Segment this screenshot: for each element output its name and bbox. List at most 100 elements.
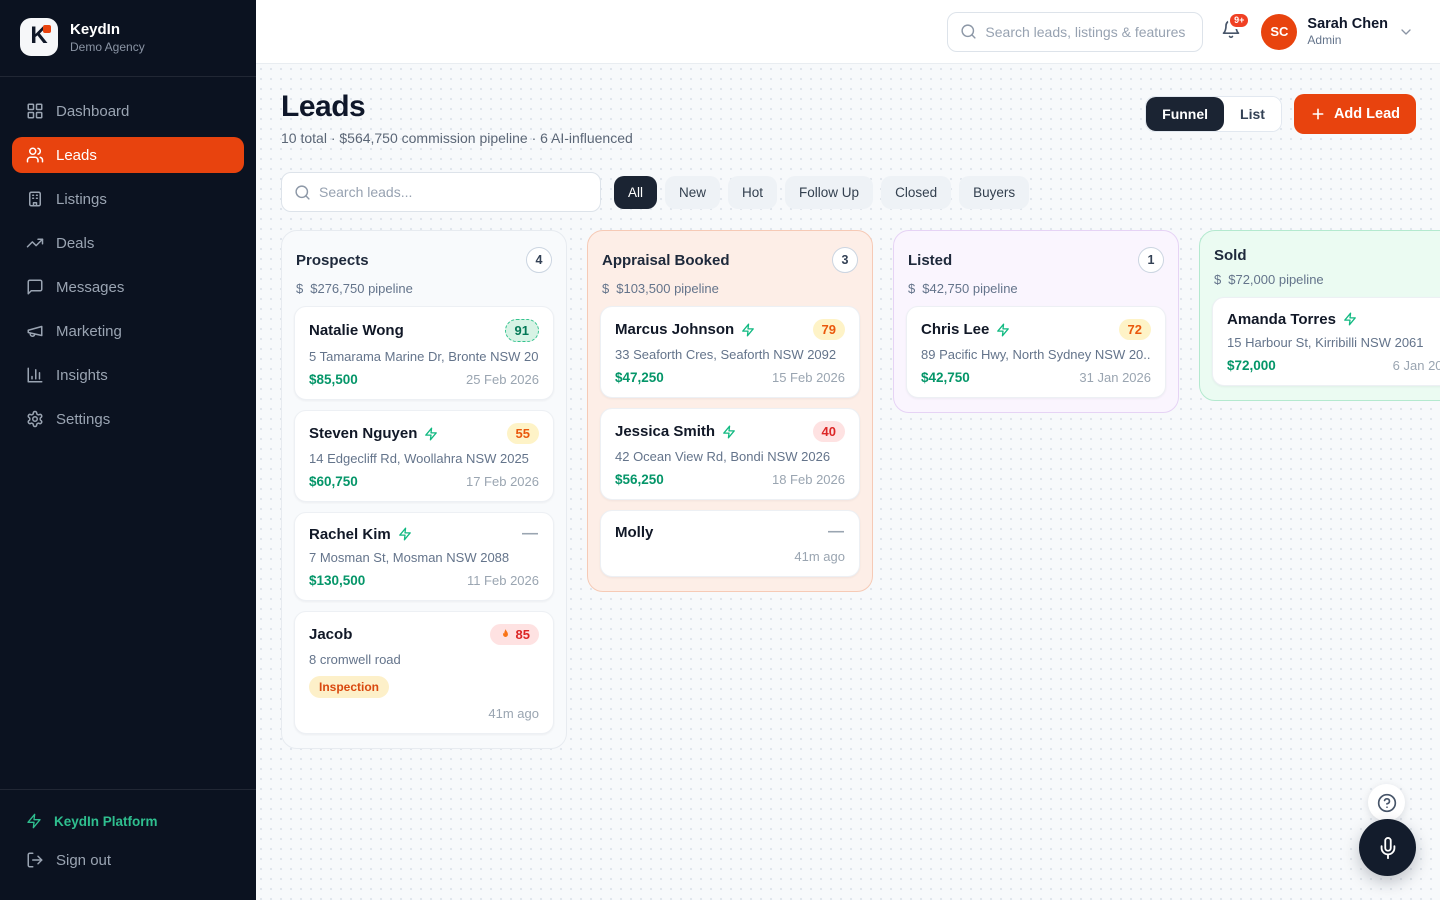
sidebar-item-insights[interactable]: Insights: [12, 357, 244, 393]
lead-card-rachel-kim[interactable]: Rachel Kim—7 Mosman St, Mosman NSW 2088$…: [294, 512, 554, 601]
dollar-icon: $: [296, 281, 303, 296]
column-pipeline: $$103,500 pipeline: [602, 281, 858, 296]
lead-address: 89 Pacific Hwy, North Sydney NSW 20...: [921, 347, 1151, 362]
lead-name: Amanda Torres: [1227, 311, 1336, 328]
filter-chip-hot[interactable]: Hot: [728, 176, 777, 209]
voice-assistant-button[interactable]: [1359, 819, 1416, 876]
page-subtitle: 10 total · $564,750 commission pipeline …: [281, 130, 633, 146]
lead-commission: $85,500: [309, 372, 358, 387]
brand-subtitle: Demo Agency: [70, 40, 145, 54]
column-pipeline-value: $276,750 pipeline: [310, 281, 413, 296]
lead-address: 8 cromwell road: [309, 652, 539, 667]
lead-score-badge: 72: [1119, 319, 1151, 340]
dollar-icon: $: [908, 281, 915, 296]
filter-chip-buyers[interactable]: Buyers: [959, 176, 1029, 209]
lead-name: Natalie Wong: [309, 322, 404, 339]
sidebar-item-label: Listings: [56, 191, 107, 208]
sidebar-item-leads[interactable]: Leads: [12, 137, 244, 173]
notifications-button[interactable]: 9+: [1221, 19, 1241, 44]
add-lead-button[interactable]: Add Lead: [1294, 94, 1416, 134]
column-header: Sold$$72,000 pipeline: [1212, 243, 1440, 297]
lead-date: 18 Feb 2026: [772, 472, 845, 487]
settings-icon: [26, 410, 44, 428]
filter-chip-closed[interactable]: Closed: [881, 176, 951, 209]
lead-card-natalie-wong[interactable]: Natalie Wong915 Tamarama Marine Dr, Bron…: [294, 306, 554, 400]
lead-card-steven-nguyen[interactable]: Steven Nguyen5514 Edgecliff Rd, Woollahr…: [294, 410, 554, 502]
column-count-badge: 1: [1138, 247, 1164, 273]
sidebar-item-settings[interactable]: Settings: [12, 401, 244, 437]
lead-name: Molly: [615, 524, 653, 541]
page-title: Leads: [281, 90, 633, 124]
column-listed: Listed1$$42,750 pipelineChris Lee7289 Pa…: [893, 230, 1179, 413]
lead-date: 11 Feb 2026: [467, 573, 539, 588]
column-title: Listed: [908, 252, 952, 269]
lead-commission: $60,750: [309, 474, 358, 489]
sidebar-item-label: Deals: [56, 235, 94, 252]
no-score-dash: —: [522, 525, 539, 543]
avatar: SC: [1261, 14, 1297, 50]
sidebar-item-label: Messages: [56, 279, 124, 296]
lead-card-jessica-smith[interactable]: Jessica Smith4042 Ocean View Rd, Bondi N…: [600, 408, 860, 500]
user-menu[interactable]: SC Sarah Chen Admin: [1261, 14, 1414, 50]
column-sold: Sold$$72,000 pipelineAmanda Torres—15 Ha…: [1199, 230, 1440, 401]
deals-icon: [26, 234, 44, 252]
lead-address: 15 Harbour St, Kirribilli NSW 2061: [1227, 335, 1440, 350]
column-pipeline-value: $72,000 pipeline: [1228, 272, 1323, 287]
lead-commission: $56,250: [615, 472, 664, 487]
column-header: Prospects 4 $ $276,750 pipeline: [294, 243, 554, 306]
column-pipeline: $$72,000 pipeline: [1214, 272, 1440, 287]
sidebar-item-label: Insights: [56, 367, 108, 384]
user-role: Admin: [1307, 33, 1388, 47]
sidebar-item-messages[interactable]: Messages: [12, 269, 244, 305]
lead-date: 15 Feb 2026: [772, 370, 845, 385]
chevron-down-icon: [1398, 24, 1414, 40]
lead-commission: $42,750: [921, 370, 970, 385]
sidebar-footer-sign-out[interactable]: Sign out: [12, 842, 244, 878]
aibolt-icon: [398, 527, 412, 541]
lead-card-amanda-torres[interactable]: Amanda Torres—15 Harbour St, Kirribilli …: [1212, 297, 1440, 386]
no-score-dash: —: [828, 523, 845, 541]
sidebar-item-dashboard[interactable]: Dashboard: [12, 93, 244, 129]
sidebar-item-deals[interactable]: Deals: [12, 225, 244, 261]
global-search-input[interactable]: [985, 24, 1190, 40]
lead-name: Marcus Johnson: [615, 321, 734, 338]
lead-commission: $130,500: [309, 573, 365, 588]
brand-logo-icon: K: [20, 18, 58, 56]
marketing-icon: [26, 322, 44, 340]
column-appraisal-booked: Appraisal Booked3$$103,500 pipelineMarcu…: [587, 230, 873, 592]
lead-name: Jessica Smith: [615, 423, 715, 440]
lead-card-molly[interactable]: Molly — 41m ago: [600, 510, 860, 577]
lead-search-input[interactable]: [319, 184, 588, 200]
lead-updated-time: 41m ago: [615, 549, 845, 564]
column-count-badge: 3: [832, 247, 858, 273]
view-toggle-list[interactable]: List: [1224, 97, 1281, 131]
signout-icon: [26, 851, 44, 869]
filter-chip-follow-up[interactable]: Follow Up: [785, 176, 873, 209]
lead-commission: $47,250: [615, 370, 664, 385]
sidebar: K KeydIn Demo Agency DashboardLeadsListi…: [0, 0, 256, 900]
column-title: Prospects: [296, 252, 369, 269]
sidebar-item-marketing[interactable]: Marketing: [12, 313, 244, 349]
leads-icon: [26, 146, 44, 164]
sidebar-item-listings[interactable]: Listings: [12, 181, 244, 217]
column-pipeline: $ $276,750 pipeline: [296, 281, 552, 296]
sidebar-footer-keydin-platform[interactable]: KeydIn Platform: [12, 804, 244, 838]
lead-search[interactable]: [281, 172, 601, 212]
lead-stage-tag: Inspection: [309, 676, 389, 698]
lead-score-badge: 85: [490, 624, 539, 645]
global-search[interactable]: [947, 12, 1203, 52]
lead-card-marcus-johnson[interactable]: Marcus Johnson7933 Seaforth Cres, Seafor…: [600, 306, 860, 398]
lead-address: 42 Ocean View Rd, Bondi NSW 2026: [615, 449, 845, 464]
view-toggle-funnel[interactable]: Funnel: [1146, 97, 1224, 131]
filter-chip-new[interactable]: New: [665, 176, 720, 209]
sidebar-footer: KeydIn Platform Sign out: [0, 790, 256, 900]
sidebar-item-label: Leads: [56, 147, 97, 164]
filter-chip-all[interactable]: All: [614, 176, 657, 209]
help-button[interactable]: [1368, 784, 1405, 821]
lead-score-badge: 79: [813, 319, 845, 340]
aibolt-icon: [722, 425, 736, 439]
lead-card-chris-lee[interactable]: Chris Lee7289 Pacific Hwy, North Sydney …: [906, 306, 1166, 398]
column-count-badge: 4: [526, 247, 552, 273]
lead-card-jacob[interactable]: Jacob858 cromwell roadInspection41m ago: [294, 611, 554, 734]
lead-commission: $72,000: [1227, 358, 1276, 373]
